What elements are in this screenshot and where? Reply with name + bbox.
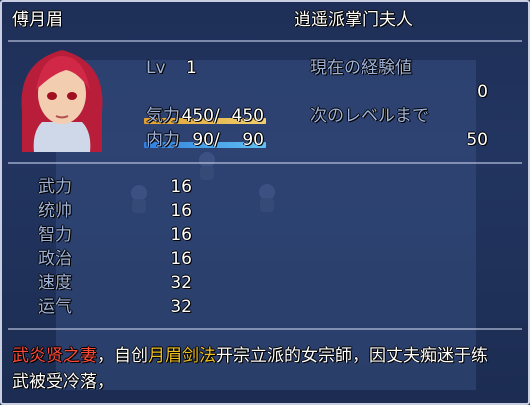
exp-current-value: 0 xyxy=(477,82,488,102)
stat-label: 武力 xyxy=(38,177,72,197)
hp-label: 気力 xyxy=(146,106,180,126)
description-text: ，自创 xyxy=(97,346,148,366)
stat-label: 智力 xyxy=(38,225,72,245)
stat-value: 32 xyxy=(170,297,192,317)
stat-label: 政治 xyxy=(38,249,72,269)
stat-value: 16 xyxy=(170,201,192,221)
ghost-sprite-icon xyxy=(131,185,147,213)
hp-max: 450 xyxy=(231,106,264,126)
ghost-sprite-icon xyxy=(259,184,275,212)
description-highlight: 剑法 xyxy=(182,346,216,366)
stat-value: 16 xyxy=(170,249,192,269)
ghost-sprite-icon xyxy=(199,152,215,180)
stat-label: 运气 xyxy=(38,297,72,317)
portrait xyxy=(21,50,103,152)
mp-label: 内力 xyxy=(146,130,180,150)
exp-next-value: 50 xyxy=(466,130,488,150)
description-text: 开宗立派的女宗師，因丈夫痴迷于练 xyxy=(216,346,488,366)
stat-label: 速度 xyxy=(38,273,72,293)
level-value: 1 xyxy=(186,58,197,78)
description-line-1: 武炎贤之妻，自创月眉剑法开宗立派的女宗師，因丈夫痴迷于练 xyxy=(12,346,488,366)
character-name: 傅月眉 xyxy=(12,10,63,30)
stat-value: 16 xyxy=(170,177,192,197)
exp-current-label: 現在の経験値 xyxy=(310,58,412,78)
description-highlight: 月眉 xyxy=(148,346,182,366)
stat-value: 32 xyxy=(170,273,192,293)
hp-current: 450 xyxy=(181,106,214,126)
separator xyxy=(8,162,522,164)
character-title: 逍遥派掌门夫人 xyxy=(294,10,413,30)
stat-label: 统帅 xyxy=(38,201,72,221)
mp-current: 90 xyxy=(192,130,214,150)
description-title: 武炎贤之妻 xyxy=(12,346,97,366)
mp-max: 90 xyxy=(242,130,264,150)
hp-slash: / xyxy=(214,106,220,126)
level-label: Lv xyxy=(146,58,166,78)
description-line-2: 武被受冷落， xyxy=(12,372,114,392)
exp-next-label: 次のレベルまで xyxy=(310,106,429,126)
separator xyxy=(8,328,522,330)
stat-value: 16 xyxy=(170,225,192,245)
mp-slash: / xyxy=(214,130,220,150)
